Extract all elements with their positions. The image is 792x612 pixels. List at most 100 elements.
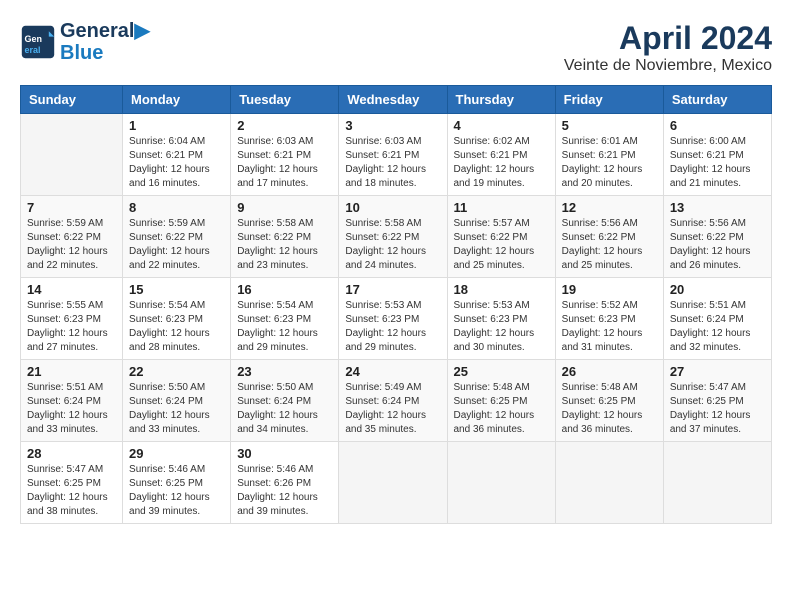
calendar-cell xyxy=(447,442,555,524)
day-number: 22 xyxy=(129,364,224,379)
day-info: Sunrise: 5:58 AMSunset: 6:22 PMDaylight:… xyxy=(237,217,332,273)
weekday-header: Monday xyxy=(123,86,231,114)
calendar-cell: 7 Sunrise: 5:59 AMSunset: 6:22 PMDaylight… xyxy=(21,196,123,278)
day-info: Sunrise: 5:59 AMSunset: 6:22 PMDaylight:… xyxy=(27,217,116,273)
day-info: Sunrise: 6:00 AMSunset: 6:21 PMDaylight:… xyxy=(670,135,765,191)
day-info: Sunrise: 5:58 AMSunset: 6:22 PMDaylight:… xyxy=(345,217,440,273)
calendar-cell: 12 Sunrise: 5:56 AMSunset: 6:22 PMDayligh… xyxy=(555,196,663,278)
day-number: 13 xyxy=(670,200,765,215)
calendar-cell: 21 Sunrise: 5:51 AMSunset: 6:24 PMDayligh… xyxy=(21,360,123,442)
weekday-header: Thursday xyxy=(447,86,555,114)
location: Veinte de Noviembre, Mexico xyxy=(564,57,772,75)
day-info: Sunrise: 5:54 AMSunset: 6:23 PMDaylight:… xyxy=(237,299,332,355)
calendar-cell xyxy=(339,442,447,524)
day-info: Sunrise: 5:57 AMSunset: 6:22 PMDaylight:… xyxy=(454,217,549,273)
day-number: 16 xyxy=(237,282,332,297)
day-info: Sunrise: 5:47 AMSunset: 6:25 PMDaylight:… xyxy=(27,463,116,519)
calendar-cell: 4 Sunrise: 6:02 AMSunset: 6:21 PMDaylight… xyxy=(447,114,555,196)
day-info: Sunrise: 5:50 AMSunset: 6:24 PMDaylight:… xyxy=(129,381,224,437)
day-number: 7 xyxy=(27,200,116,215)
day-info: Sunrise: 6:03 AMSunset: 6:21 PMDaylight:… xyxy=(345,135,440,191)
day-number: 10 xyxy=(345,200,440,215)
logo-text: General▶ Blue xyxy=(60,20,150,64)
day-info: Sunrise: 5:49 AMSunset: 6:24 PMDaylight:… xyxy=(345,381,440,437)
calendar-cell: 6 Sunrise: 6:00 AMSunset: 6:21 PMDaylight… xyxy=(663,114,771,196)
weekday-header: Wednesday xyxy=(339,86,447,114)
day-info: Sunrise: 5:46 AMSunset: 6:26 PMDaylight:… xyxy=(237,463,332,519)
day-number: 21 xyxy=(27,364,116,379)
calendar-cell: 11Sunrise: 5:57 AMSunset: 6:22 PMDayligh… xyxy=(447,196,555,278)
day-number: 30 xyxy=(237,446,332,461)
calendar-cell: 26 Sunrise: 5:48 AMSunset: 6:25 PMDayligh… xyxy=(555,360,663,442)
calendar-cell xyxy=(663,442,771,524)
weekday-header: Friday xyxy=(555,86,663,114)
calendar-cell xyxy=(555,442,663,524)
title-block: April 2024 Veinte de Noviembre, Mexico xyxy=(564,20,772,75)
calendar-week-row: 1Sunrise: 6:04 AMSunset: 6:21 PMDaylight… xyxy=(21,114,772,196)
calendar-cell: 10 Sunrise: 5:58 AMSunset: 6:22 PMDayligh… xyxy=(339,196,447,278)
day-number: 18 xyxy=(454,282,549,297)
day-number: 29 xyxy=(129,446,224,461)
weekday-header: Saturday xyxy=(663,86,771,114)
calendar-week-row: 14 Sunrise: 5:55 AMSunset: 6:23 PMDayligh… xyxy=(21,278,772,360)
day-info: Sunrise: 5:53 AMSunset: 6:23 PMDaylight:… xyxy=(345,299,440,355)
calendar-cell: 18 Sunrise: 5:53 AMSunset: 6:23 PMDayligh… xyxy=(447,278,555,360)
day-number: 9 xyxy=(237,200,332,215)
calendar-cell: 28 Sunrise: 5:47 AMSunset: 6:25 PMDayligh… xyxy=(21,442,123,524)
calendar-cell: 16 Sunrise: 5:54 AMSunset: 6:23 PMDayligh… xyxy=(231,278,339,360)
day-number: 6 xyxy=(670,118,765,133)
day-info: Sunrise: 5:47 AMSunset: 6:25 PMDaylight:… xyxy=(670,381,765,437)
day-number: 14 xyxy=(27,282,116,297)
day-info: Sunrise: 6:02 AMSunset: 6:21 PMDaylight:… xyxy=(454,135,549,191)
day-number: 5 xyxy=(562,118,657,133)
calendar-cell: 20Sunrise: 5:51 AMSunset: 6:24 PMDayligh… xyxy=(663,278,771,360)
day-number: 23 xyxy=(237,364,332,379)
calendar-cell: 8 Sunrise: 5:59 AMSunset: 6:22 PMDaylight… xyxy=(123,196,231,278)
day-number: 28 xyxy=(27,446,116,461)
day-info: Sunrise: 5:56 AMSunset: 6:22 PMDaylight:… xyxy=(562,217,657,273)
svg-text:Gen: Gen xyxy=(25,34,43,44)
day-number: 8 xyxy=(129,200,224,215)
day-info: Sunrise: 5:51 AMSunset: 6:24 PMDaylight:… xyxy=(27,381,116,437)
day-number: 1 xyxy=(129,118,224,133)
calendar-cell: 13Sunrise: 5:56 AMSunset: 6:22 PMDayligh… xyxy=(663,196,771,278)
calendar-table: SundayMondayTuesdayWednesdayThursdayFrid… xyxy=(20,85,772,524)
calendar-cell: 15 Sunrise: 5:54 AMSunset: 6:23 PMDayligh… xyxy=(123,278,231,360)
svg-text:eral: eral xyxy=(25,45,41,55)
calendar-cell: 30 Sunrise: 5:46 AMSunset: 6:26 PMDayligh… xyxy=(231,442,339,524)
calendar-cell: 9 Sunrise: 5:58 AMSunset: 6:22 PMDaylight… xyxy=(231,196,339,278)
day-info: Sunrise: 5:51 AMSunset: 6:24 PMDaylight:… xyxy=(670,299,765,355)
calendar-cell: 5 Sunrise: 6:01 AMSunset: 6:21 PMDaylight… xyxy=(555,114,663,196)
day-number: 15 xyxy=(129,282,224,297)
month-title: April 2024 xyxy=(564,20,772,57)
day-info: Sunrise: 5:54 AMSunset: 6:23 PMDaylight:… xyxy=(129,299,224,355)
day-number: 4 xyxy=(454,118,549,133)
calendar-cell: 29 Sunrise: 5:46 AMSunset: 6:25 PMDayligh… xyxy=(123,442,231,524)
day-info: Sunrise: 5:53 AMSunset: 6:23 PMDaylight:… xyxy=(454,299,549,355)
day-number: 17 xyxy=(345,282,440,297)
day-info: Sunrise: 5:48 AMSunset: 6:25 PMDaylight:… xyxy=(562,381,657,437)
weekday-header-row: SundayMondayTuesdayWednesdayThursdayFrid… xyxy=(21,86,772,114)
day-info: Sunrise: 6:01 AMSunset: 6:21 PMDaylight:… xyxy=(562,135,657,191)
calendar-cell: 3 Sunrise: 6:03 AMSunset: 6:21 PMDaylight… xyxy=(339,114,447,196)
day-info: Sunrise: 5:59 AMSunset: 6:22 PMDaylight:… xyxy=(129,217,224,273)
day-number: 3 xyxy=(345,118,440,133)
day-info: Sunrise: 6:03 AMSunset: 6:21 PMDaylight:… xyxy=(237,135,332,191)
day-number: 19 xyxy=(562,282,657,297)
calendar-cell xyxy=(21,114,123,196)
day-number: 12 xyxy=(562,200,657,215)
day-number: 26 xyxy=(562,364,657,379)
calendar-cell: 27Sunrise: 5:47 AMSunset: 6:25 PMDayligh… xyxy=(663,360,771,442)
day-info: Sunrise: 5:52 AMSunset: 6:23 PMDaylight:… xyxy=(562,299,657,355)
day-number: 25 xyxy=(454,364,549,379)
day-number: 2 xyxy=(237,118,332,133)
calendar-cell: 25 Sunrise: 5:48 AMSunset: 6:25 PMDayligh… xyxy=(447,360,555,442)
day-info: Sunrise: 5:46 AMSunset: 6:25 PMDaylight:… xyxy=(129,463,224,519)
day-info: Sunrise: 5:55 AMSunset: 6:23 PMDaylight:… xyxy=(27,299,116,355)
day-info: Sunrise: 5:48 AMSunset: 6:25 PMDaylight:… xyxy=(454,381,549,437)
calendar-cell: 23Sunrise: 5:50 AMSunset: 6:24 PMDayligh… xyxy=(231,360,339,442)
calendar-cell: 19 Sunrise: 5:52 AMSunset: 6:23 PMDayligh… xyxy=(555,278,663,360)
weekday-header: Sunday xyxy=(21,86,123,114)
day-number: 24 xyxy=(345,364,440,379)
calendar-week-row: 7 Sunrise: 5:59 AMSunset: 6:22 PMDaylight… xyxy=(21,196,772,278)
